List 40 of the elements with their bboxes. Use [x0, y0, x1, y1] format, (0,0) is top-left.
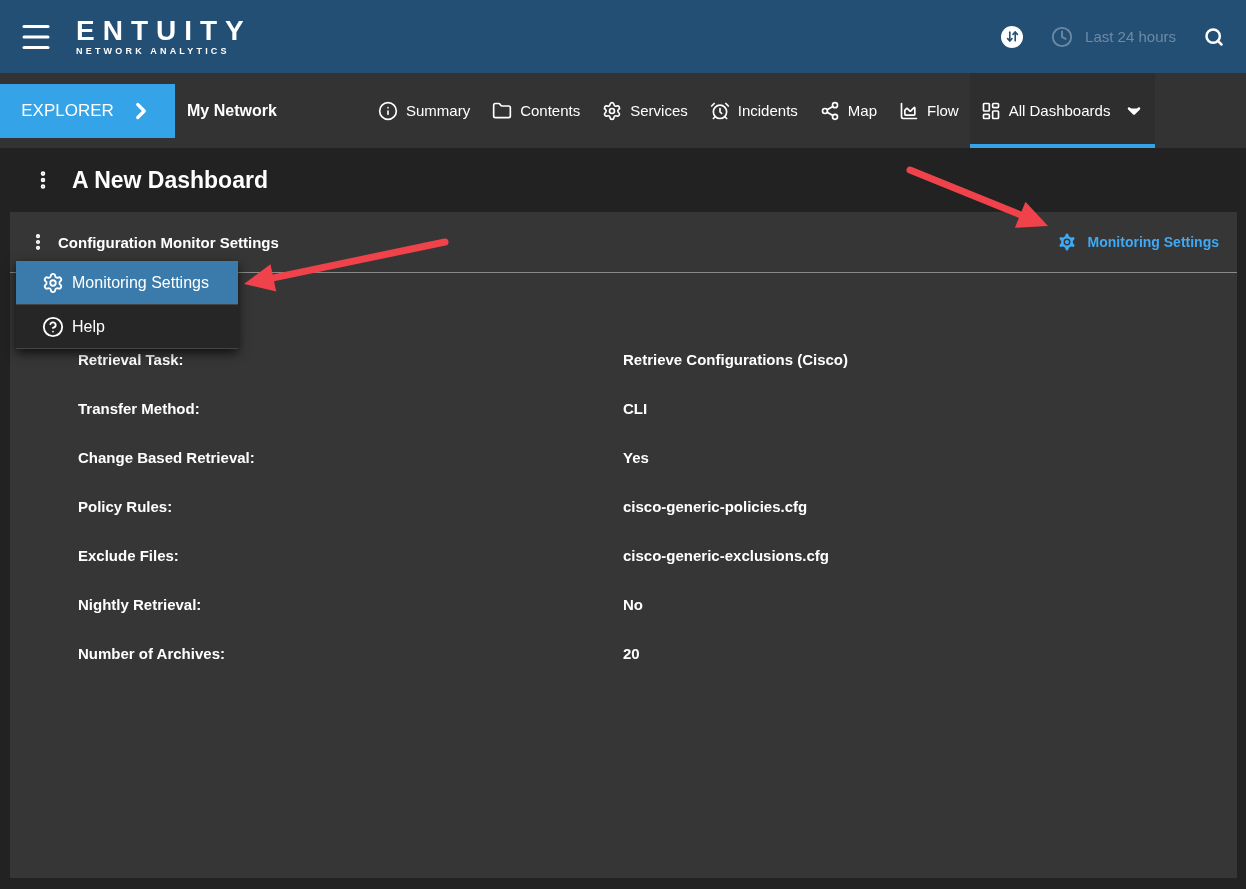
nav-tab[interactable]: All Dashboards [969, 73, 1156, 148]
setting-value: cisco-generic-policies.cfg [623, 498, 808, 517]
setting-label: Change Based Retrieval: [78, 449, 256, 468]
tab-icon [378, 100, 398, 121]
monitoring-settings-link[interactable]: Monitoring Settings [1055, 231, 1219, 253]
dashboard-title: A New Dashboard [72, 166, 268, 194]
tab-icon [709, 100, 730, 121]
nav-tab[interactable]: Incidents [698, 73, 809, 148]
nav-tab[interactable]: Flow [888, 73, 970, 148]
tab-icon [819, 100, 840, 121]
tab-icon [899, 100, 919, 121]
tab-icon [492, 100, 513, 121]
setting-value: CLI [623, 400, 648, 419]
tab-icon [980, 100, 1001, 121]
menu-item[interactable]: Monitoring Settings [16, 261, 238, 305]
logo-tagline: NETWORK ANALYTICS [76, 46, 231, 56]
search-icon[interactable] [1204, 26, 1224, 47]
setting-value: Retrieve Configurations (Cisco) [623, 351, 849, 370]
setting-label: Number of Archives: [78, 645, 226, 664]
settings-icon [42, 271, 64, 294]
setting-value: cisco-generic-exclusions.cfg [623, 547, 829, 566]
setting-label: Transfer Method: [78, 400, 201, 419]
help-icon [42, 315, 64, 338]
setting-label: Nightly Retrieval: [78, 596, 203, 615]
network-context: My Network [187, 101, 278, 120]
panel-title: Configuration Monitor Settings [58, 233, 279, 251]
logo: ENTUITY [76, 17, 252, 45]
setting-label: Exclude Files: [78, 547, 180, 566]
nav-tab[interactable]: Summary [367, 73, 482, 148]
setting-value: No [623, 596, 643, 615]
setting-label: Policy Rules: [78, 498, 174, 517]
menu-item[interactable]: Help [16, 305, 238, 349]
setting-value: 20 [623, 645, 640, 664]
nav-tab[interactable]: Map [808, 73, 888, 148]
nav-tab[interactable]: Services [591, 73, 699, 148]
nav-tab[interactable]: Contents [481, 73, 592, 148]
tab-icon [602, 100, 623, 121]
setting-label: Retrieval Task: [78, 351, 185, 370]
sync-icon[interactable] [1001, 25, 1024, 48]
setting-value: Yes [623, 449, 649, 468]
